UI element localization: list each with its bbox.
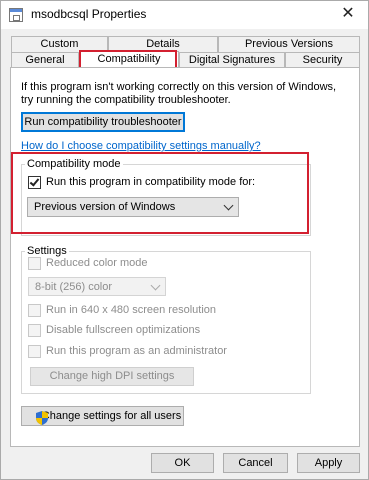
tab-previous-versions[interactable]: Previous Versions [218,36,360,52]
change-all-users-button[interactable]: Change settings for all users [21,406,184,426]
window-title: msodbcsql Properties [31,7,147,21]
cancel-button[interactable]: Cancel [223,453,288,473]
color-depth-selected: 8-bit (256) color [35,281,113,293]
settings-group-label: Settings [25,245,69,257]
reduced-color-checkbox[interactable] [28,257,41,270]
fullscreen-opt-checkbox[interactable] [28,324,41,337]
intro-text: If this program isn't working correctly … [21,81,337,106]
run-troubleshooter-button[interactable]: Run compatibility troubleshooter [21,112,185,132]
apply-button[interactable]: Apply [297,453,360,473]
reduced-color-label: Reduced color mode [46,257,148,269]
tab-security[interactable]: Security [285,52,360,68]
properties-dialog: msodbcsql Properties ✕ Custom Details Pr… [0,0,369,480]
close-icon[interactable]: ✕ [338,4,358,24]
compat-mode-highlight-box [11,152,309,234]
change-dpi-button[interactable]: Change high DPI settings [30,367,194,386]
res640-label: Run in 640 x 480 screen resolution [46,304,216,316]
uac-shield-icon [36,411,48,425]
app-icon [9,8,23,22]
change-all-users-label: Change settings for all users [41,410,182,422]
tab-digital-signatures[interactable]: Digital Signatures [179,52,285,68]
chevron-down-icon [150,280,161,291]
tab-general[interactable]: General [11,52,79,68]
manual-settings-link[interactable]: How do I choose compatibility settings m… [21,140,261,152]
title-bar: msodbcsql Properties ✕ [1,1,368,29]
color-depth-select[interactable]: 8-bit (256) color [28,277,166,296]
fullscreen-opt-label: Disable fullscreen optimizations [46,324,201,336]
compatibility-panel: If this program isn't working correctly … [10,67,360,447]
run-as-admin-checkbox[interactable] [28,345,41,358]
ok-button[interactable]: OK [151,453,214,473]
run-as-admin-label: Run this program as an administrator [46,345,227,357]
res640-checkbox[interactable] [28,304,41,317]
